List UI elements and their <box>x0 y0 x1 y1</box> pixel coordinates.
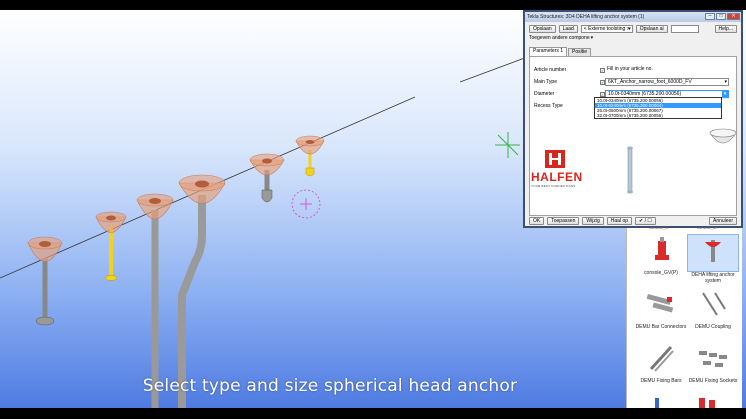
help-button[interactable]: Help... <box>714 25 737 33</box>
save-as-name-field[interactable] <box>670 25 699 33</box>
catalog-item-label: DEMU Fixing Sockets <box>688 378 738 384</box>
show-other-components-label: Toegeven andere compone <box>529 35 590 41</box>
main-type-select[interactable]: 6KT_Anchor_narrow_foot_6000D_FV ▾ <box>605 78 729 86</box>
fixing-sockets-icon <box>699 351 727 367</box>
minimize-button[interactable]: – <box>705 13 715 20</box>
modify-button[interactable]: Wijzig <box>582 216 604 225</box>
diameter-dropdown-list: 10.0t-0340mm (6735.200.00056) 10.0t-0240… <box>594 97 722 119</box>
halfen-logo: HALFEN YOUR BEST CONNECTIONS <box>531 150 587 188</box>
dialog-titlebar[interactable]: Tekla Structures: 3D4 DEHA lifting ancho… <box>525 12 741 22</box>
attribute-file-select[interactable]: < Externe toolsting > ▾ <box>580 25 633 33</box>
tab-position[interactable]: Positie <box>568 48 592 56</box>
ok-button[interactable]: OK <box>529 216 545 225</box>
main-type-row: Main Type ✓ 6KT_Anchor_narrow_foot_6000D… <box>534 78 729 86</box>
anchor-5 <box>249 153 285 203</box>
catalog-item-label: DEMU Fixing Bars <box>640 378 682 384</box>
anchor-4 <box>178 174 226 408</box>
chevron-down-icon: ▾ <box>590 35 594 41</box>
catalog-header-left: console_G <box>649 225 669 230</box>
catalog-item-deha-lifting-anchor[interactable]: DEHA lifting anchor system <box>687 234 739 284</box>
article-number-row: Article number ✓ Fill in your article no… <box>534 66 705 74</box>
component-catalog: console_G console_on console_GV(P) DEHA … <box>626 225 742 408</box>
main-type-value: 6KT_Anchor_narrow_foot_6000D_FV <box>608 79 692 85</box>
apply-button[interactable]: Toepassen <box>547 216 580 225</box>
dialog-tabs: Parameters 1 Positie <box>529 47 592 56</box>
article-number-label: Article number <box>534 67 567 73</box>
toggle-selection-button[interactable]: ✔ / ☐ <box>635 216 656 225</box>
bar-connector-icon <box>646 293 674 313</box>
get-button[interactable]: Haal op <box>606 216 632 225</box>
main-type-label: Main Type <box>534 79 557 85</box>
pick-point-marker <box>291 189 321 219</box>
anchor-preview-image <box>627 146 633 194</box>
catalog-item-demu-fixing-sockets[interactable]: DEMU Fixing Sockets <box>687 342 739 384</box>
video-caption: Select type and size spherical head anch… <box>142 376 518 396</box>
catalog-item-demu-fixing-bars[interactable]: DEMU Fixing Bars <box>635 342 687 384</box>
catalog-item-label: DEMU Bar Connectors <box>635 324 687 330</box>
coupling-icon <box>702 292 726 316</box>
red-console-icon <box>655 237 669 260</box>
article-number-field[interactable]: Fill in your article no. <box>605 66 705 74</box>
catalog-next-row-icons <box>655 398 715 408</box>
recess-preview-image <box>709 128 737 144</box>
catalog-item-label: console_GV(P) <box>644 270 678 276</box>
anchor-6 <box>295 135 325 177</box>
diameter-option[interactable]: 32.0t-0700mm (6735.200.00056) <box>595 113 721 118</box>
tab-parameters-1[interactable]: Parameters 1 <box>529 47 568 56</box>
component-dialog: Tekla Structures: 3D4 DEHA lifting ancho… <box>523 10 743 228</box>
chevron-down-icon: ▾ <box>724 79 727 85</box>
attribute-file-value: < Externe toolsting > <box>583 26 630 32</box>
load-button[interactable]: Laad <box>558 25 578 33</box>
show-other-components-row[interactable]: Toegeven andere compone ▾ <box>529 35 593 42</box>
catalog-item-demu-bar-connectors[interactable]: DEMU Bar Connectors <box>635 288 687 330</box>
catalog-item-label: DEHA lifting anchor system <box>691 272 735 284</box>
catalog-header-right: console_on <box>697 225 718 230</box>
cancel-button[interactable]: Annuleer <box>708 216 737 225</box>
close-button[interactable]: ✕ <box>727 13 740 20</box>
halfen-logo-mark <box>545 150 565 168</box>
axis-marker <box>495 132 520 158</box>
save-button[interactable]: Opslaan <box>529 25 556 33</box>
brand-name: HALFEN <box>531 170 583 184</box>
catalog-item-label: DEMU Coupling <box>695 324 731 330</box>
maximize-button[interactable]: □ <box>716 13 726 20</box>
anchor-1 <box>27 236 63 326</box>
catalog-item-demu-coupling[interactable]: DEMU Coupling <box>687 288 739 330</box>
catalog-item-console-gvp[interactable]: console_GV(P) <box>635 234 687 276</box>
chevron-down-icon: ▾ <box>722 91 728 97</box>
recess-type-label: Recess Type <box>534 103 563 109</box>
brand-tagline: YOUR BEST CONNECTIONS <box>531 184 576 188</box>
dialog-title: Tekla Structures: 3D4 DEHA lifting ancho… <box>527 14 645 20</box>
lifting-anchor-icon <box>705 240 721 262</box>
diameter-label: Diameter <box>534 91 555 97</box>
anchor-2 <box>95 211 127 281</box>
save-as-button[interactable]: Opslaan al <box>635 25 668 33</box>
parameters-panel: Article number ✓ Fill in your article no… <box>529 56 737 216</box>
fixing-bars-icon <box>649 345 674 372</box>
chevron-down-icon: ▾ <box>628 26 631 32</box>
